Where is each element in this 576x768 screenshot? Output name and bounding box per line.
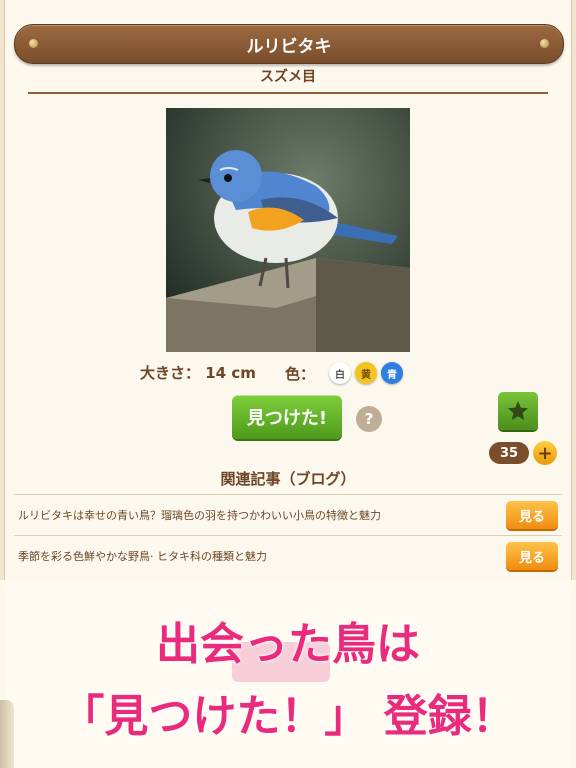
list-item[interactable]: 季節を彩る色鮮やかな野鳥· ヒタキ科の種類と魅力 見る	[14, 535, 562, 576]
color-chip-blue: 青	[381, 362, 404, 384]
bird-illustration-icon	[166, 108, 410, 352]
article-list: ルリビタキは幸せの青い鳥？瑠璃色の羽を持つかわいい小鳥の特徴と魅力 見る 季節を…	[14, 494, 562, 576]
found-count-badge: 35	[489, 442, 529, 464]
article-title: 季節を彩る色鮮やかな野鳥· ヒタキ科の種類と魅力	[18, 550, 267, 563]
color-info: 色： 白 黄 青	[285, 362, 404, 384]
found-button[interactable]: 見つけた!	[232, 395, 342, 439]
star-icon	[508, 401, 528, 420]
size-value: 14 cm	[205, 364, 256, 382]
size-info: 大きさ： 14 cm	[140, 362, 256, 383]
favorite-button[interactable]	[498, 392, 538, 430]
bird-order: スズメ目	[260, 69, 316, 85]
promo-caption-line1: 出会った鳥は	[156, 619, 420, 670]
size-label: 大きさ：	[140, 364, 201, 382]
page-title: ルリビタキ	[246, 36, 332, 57]
view-button[interactable]: 見る	[506, 501, 558, 529]
title-bar: ルリビタキ	[14, 24, 564, 64]
divider	[28, 92, 548, 94]
stud-right-icon	[540, 39, 549, 48]
view-button[interactable]: 見る	[506, 542, 558, 570]
article-title: ルリビタキは幸せの青い鳥？瑠璃色の羽を持つかわいい小鳥の特徴と魅力	[18, 509, 381, 522]
help-button[interactable]: ?	[356, 406, 382, 432]
increment-button[interactable]: +	[533, 441, 557, 465]
bird-photo[interactable]	[166, 108, 410, 352]
color-chip-white: 白	[329, 362, 352, 384]
stud-left-icon	[29, 39, 38, 48]
color-label: 色：	[285, 364, 316, 383]
list-item[interactable]: ルリビタキは幸せの青い鳥？瑠璃色の羽を持つかわいい小鳥の特徴と魅力 見る	[14, 494, 562, 535]
related-heading: 関連記事（ブログ）	[220, 470, 356, 488]
color-chip-yellow: 黄	[355, 362, 378, 384]
promo-caption-line2: 「見つけた！」 登録！	[60, 691, 516, 742]
